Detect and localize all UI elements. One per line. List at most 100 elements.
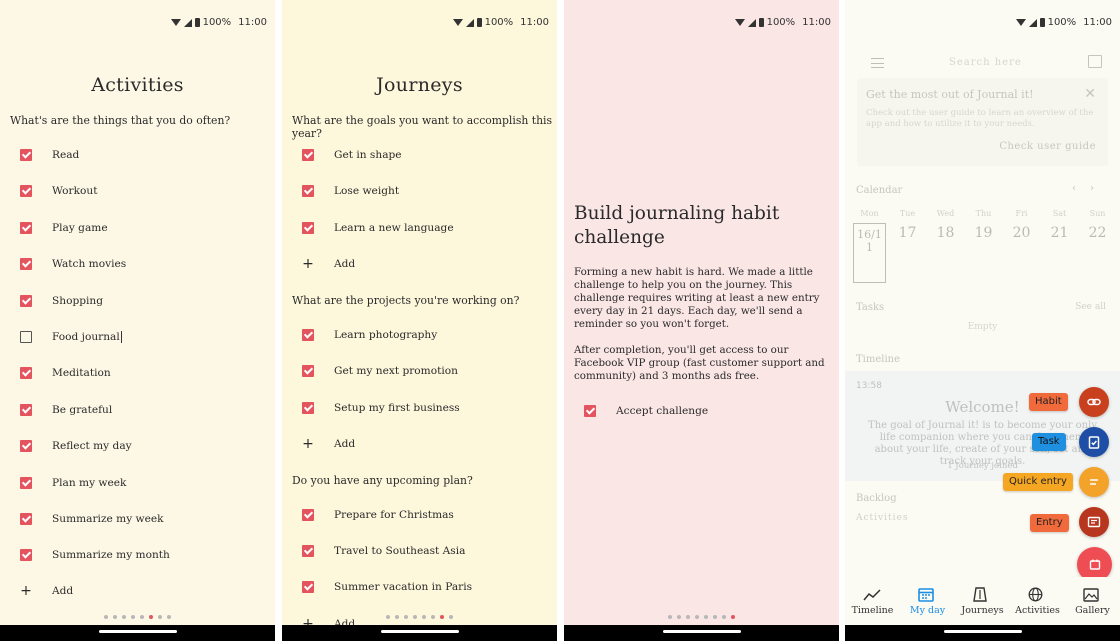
calendar-day[interactable]: Mon 16/1 1 <box>853 209 886 283</box>
journey-item[interactable]: Prepare for Christmas <box>282 503 557 527</box>
page-dot <box>149 615 153 619</box>
check-user-guide-button[interactable]: Check user guide <box>999 141 1096 152</box>
activity-label: Plan my week <box>52 476 127 489</box>
user-guide-card: Get the most out of Journal it! ✕ Check … <box>857 78 1108 166</box>
chevron-right-icon[interactable]: › <box>1090 183 1108 194</box>
calendar-day[interactable]: Sat 21 <box>1043 209 1076 283</box>
activity-item[interactable]: Summarize my week <box>0 507 275 531</box>
add-activity-button[interactable]: + Add <box>0 579 275 603</box>
signal-icon <box>1028 18 1037 27</box>
activity-item[interactable]: Summarize my month <box>0 543 275 567</box>
day-name: Mon <box>860 209 879 218</box>
journey-item[interactable]: Get in shape <box>282 143 557 167</box>
add-label: Add <box>52 585 74 597</box>
journey-label: Lose weight <box>334 185 400 198</box>
page-dot <box>113 615 117 619</box>
clock: 11:00 <box>1083 17 1112 28</box>
activities-screen: 100% 11:00 Activities What's are the thi… <box>0 0 275 641</box>
calendar-day[interactable]: Tue 17 <box>891 209 924 283</box>
journey-item[interactable]: Travel to Southeast Asia <box>282 539 557 563</box>
entry-label[interactable]: Entry <box>1030 514 1069 532</box>
close-icon[interactable]: ✕ <box>1084 86 1096 102</box>
activity-item[interactable]: Workout <box>0 179 275 203</box>
journey-item[interactable]: Get my next promotion <box>282 359 557 383</box>
entry-time: 13:58 <box>856 381 882 391</box>
day-number: 22 <box>1081 225 1114 241</box>
calendar-day[interactable]: Wed 18 <box>929 209 962 283</box>
nav-tab-activities[interactable]: Activities <box>1010 577 1065 625</box>
day-number-text: 22 <box>1088 225 1107 241</box>
activity-item[interactable]: Play game <box>0 216 275 240</box>
link-icon[interactable] <box>1079 387 1109 417</box>
journey-question: Do you have any upcoming plan? <box>292 473 473 487</box>
home-gesture-bar[interactable] <box>380 630 459 633</box>
calendar-day[interactable]: Sun 22 <box>1081 209 1114 283</box>
clipboard-check-icon[interactable] <box>1079 427 1109 457</box>
checkbox-checked-icon <box>20 513 32 525</box>
see-all-link[interactable]: See all <box>1075 302 1106 312</box>
quick-entry-icon[interactable] <box>1079 467 1109 497</box>
journey-item[interactable]: Learn photography <box>282 323 557 347</box>
activity-item[interactable]: Shopping <box>0 289 275 313</box>
status-bar: 100% 11:00 <box>734 17 831 28</box>
nav-tab-label: Timeline <box>851 605 894 616</box>
calendar-day[interactable]: Thu 19 <box>967 209 1000 283</box>
checkbox-checked-icon <box>20 258 32 271</box>
accept-challenge-checkbox[interactable]: Accept challenge <box>564 399 839 423</box>
day-number: 16/1 1 <box>853 223 886 283</box>
journey-item[interactable]: Setup my first business <box>282 396 557 420</box>
activity-item[interactable]: Food journal <box>0 325 275 349</box>
add-label: Add <box>334 437 356 450</box>
checkbox-empty-icon <box>20 331 32 343</box>
page-dot <box>449 615 453 619</box>
calendar-icon[interactable] <box>1088 55 1102 68</box>
add-journey-button[interactable]: + Add <box>282 432 557 456</box>
calendar-day[interactable]: Fri 20 <box>1005 209 1038 283</box>
nav-tab-timeline[interactable]: Timeline <box>845 577 900 625</box>
checkbox-checked-icon <box>20 294 32 307</box>
nav-tab-journeys[interactable]: Journeys <box>955 577 1010 625</box>
chevron-left-icon[interactable]: ‹ <box>1072 183 1090 194</box>
journey-item[interactable]: Summer vacation in Paris <box>282 575 557 599</box>
quick-entry-label[interactable]: Quick entry <box>1003 473 1073 491</box>
page-dot <box>731 615 735 619</box>
task-label[interactable]: Task <box>1032 433 1066 451</box>
nav-tab-my-day[interactable]: My day <box>900 577 955 625</box>
home-gesture-bar[interactable] <box>98 630 177 633</box>
trend-icon <box>862 587 883 601</box>
activity-item[interactable]: Be grateful <box>0 398 275 422</box>
checkbox-checked-icon <box>302 401 314 414</box>
journey-label: Prepare for Christmas <box>334 508 454 521</box>
page-dot <box>440 615 444 619</box>
home-gesture-bar[interactable] <box>943 630 1022 633</box>
plus-icon: + <box>20 583 32 599</box>
activity-item[interactable]: Plan my week <box>0 471 275 495</box>
calendar-label: Calendar <box>856 185 903 196</box>
activity-label: Watch movies <box>52 258 127 271</box>
note-icon[interactable] <box>1079 507 1109 537</box>
day-number-text: 19 <box>974 225 993 241</box>
week-strip: Mon 16/1 1 Tue 17 Wed 18 Thu 19 Fri 20 Sat 21 Sun 22 <box>853 209 1114 283</box>
search-input[interactable]: Search here <box>949 57 1022 68</box>
add-journey-button[interactable]: + Add <box>282 252 557 276</box>
day-number-text: 16/1 <box>857 228 882 241</box>
activity-item[interactable]: Read <box>0 143 275 167</box>
nav-tab-label: Journeys <box>961 605 1004 616</box>
checkbox-checked-icon <box>584 405 596 417</box>
journey-item[interactable]: Lose weight <box>282 179 557 203</box>
activity-item[interactable]: Watch movies <box>0 252 275 276</box>
calendar-icon <box>917 587 938 602</box>
activity-item[interactable]: Meditation <box>0 361 275 385</box>
checkbox-checked-icon <box>20 476 32 489</box>
wifi-icon <box>1015 19 1026 26</box>
page-dot <box>122 615 126 619</box>
day-number-text: 18 <box>936 225 955 241</box>
activity-item[interactable]: Reflect my day <box>0 434 275 458</box>
home-gesture-bar[interactable] <box>662 630 741 633</box>
nav-tab-gallery[interactable]: Gallery <box>1065 577 1120 625</box>
page-dot <box>713 615 717 619</box>
menu-icon[interactable] <box>871 58 884 68</box>
day-number: 20 <box>1005 225 1038 241</box>
habit-label[interactable]: Habit <box>1029 393 1068 411</box>
journey-item[interactable]: Learn a new language <box>282 216 557 240</box>
